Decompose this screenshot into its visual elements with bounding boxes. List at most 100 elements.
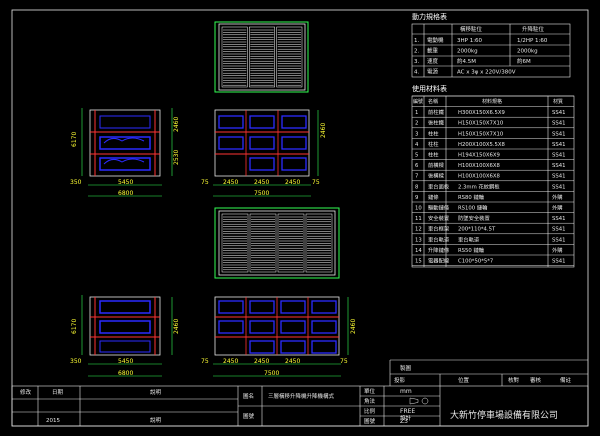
- material-cell: 12: [415, 227, 422, 233]
- material-cell: 10: [415, 206, 422, 212]
- material-cell: 升降鏈條: [428, 246, 450, 254]
- scale-label: 比例: [364, 407, 376, 415]
- sheet-label: 圖號: [364, 417, 376, 425]
- dim-front-top-w3: 2450: [254, 179, 269, 186]
- material-cell: RS80 鏈輪: [458, 193, 485, 201]
- dim-side-bottom-total: 6800: [118, 370, 133, 377]
- material-cell: SS41: [552, 131, 565, 137]
- material-cell: 1: [415, 110, 418, 116]
- dim-front-bottom-total: 7500: [264, 370, 279, 377]
- dim-front-bottom-w4: 2450: [285, 358, 300, 365]
- dim-side-bottom-h2: 2460: [173, 319, 180, 334]
- material-cell: SS41: [552, 227, 565, 233]
- dim-side-top-h1: 6170: [71, 132, 78, 147]
- material-cell: 鏈條: [428, 193, 439, 201]
- material-cell: 外購: [552, 193, 563, 201]
- material-cell: SS41: [552, 153, 565, 159]
- material-cell: SS41: [552, 216, 565, 222]
- power-cell: 2000kg: [517, 49, 538, 55]
- power-cell: 約4.5M: [457, 57, 476, 65]
- material-cell: 7: [415, 174, 418, 180]
- power-cell: 4.: [414, 70, 419, 76]
- rev-label-2: 日期: [52, 389, 64, 396]
- material-cell: 前柱鐵: [428, 108, 445, 116]
- power-cell: 約6M: [517, 57, 531, 65]
- header-cell-3: 核對: [508, 376, 520, 384]
- material-header-no: 編號: [413, 98, 423, 105]
- dim-side-bottom-w2: 5450: [118, 358, 133, 365]
- dim-side-top-w1: 350: [70, 179, 82, 186]
- header-cell-2: 位置: [458, 376, 470, 384]
- power-cell: 速度: [427, 57, 439, 65]
- dim-front-bottom-w5: 75: [340, 358, 348, 365]
- material-cell: 外購: [552, 204, 563, 212]
- material-cell: 2.3mm 花紋鋼板: [458, 182, 500, 190]
- material-cell: 柱柱: [428, 129, 439, 137]
- dim-front-top-w1: 75: [201, 179, 209, 186]
- dim-front-top-w2: 2450: [223, 179, 238, 186]
- material-cell: 柱柱: [428, 151, 439, 159]
- material-cell: 車台框架: [428, 225, 450, 233]
- material-cell: 車台軌道: [428, 235, 450, 243]
- power-table-title: 動力規格表: [412, 12, 447, 21]
- power-cell: 3HP 1:60: [457, 38, 483, 44]
- drawing-name: 三層橫移升降機升降機構式: [268, 392, 335, 400]
- material-cell: 前橫樑: [428, 161, 445, 169]
- rev-date: 2015: [46, 418, 60, 424]
- power-cell: AC x 3φ x 220V/380V: [457, 70, 516, 76]
- material-cell: C100*50*5*7: [458, 259, 493, 265]
- material-header-material: 材質: [553, 98, 563, 105]
- dim-side-bottom-h1: 6170: [71, 319, 78, 334]
- dim-side-top-total: 6800: [118, 190, 133, 197]
- material-cell: 15: [415, 259, 422, 265]
- header-cell-1: 投影: [394, 376, 406, 384]
- material-cell: SS41: [552, 184, 565, 190]
- material-cell: SS41: [552, 121, 565, 127]
- material-cell: 車台軌道: [458, 235, 480, 243]
- sub-cell-2: 設計: [400, 414, 412, 422]
- dim-front-top-h: 2460: [320, 123, 327, 138]
- material-cell: H200X100X5.5X8: [458, 142, 506, 148]
- material-cell: SS41: [552, 237, 565, 243]
- unit-value: mm: [400, 388, 412, 395]
- power-cell: 載重: [427, 47, 439, 55]
- material-cell: SS41: [552, 142, 565, 148]
- material-cell: H100X100X6X8: [458, 174, 500, 180]
- material-cell: 後橫樑: [428, 172, 445, 180]
- rev-label-3: 說明: [150, 388, 162, 396]
- dim-front-bottom-h: 2460: [350, 319, 357, 334]
- drawing-name-label: 圖名: [243, 392, 254, 400]
- material-header-name: 名稱: [428, 98, 438, 105]
- material-cell: 外購: [552, 246, 563, 254]
- power-cell: 2000kg: [457, 49, 478, 55]
- material-cell: 後柱鐵: [428, 119, 445, 127]
- material-cell: 3: [415, 131, 418, 137]
- material-cell: SS41: [552, 110, 565, 116]
- material-cell: H194X150X6X9: [458, 153, 500, 159]
- material-cell: RS50 鏈輪: [458, 246, 485, 254]
- material-cell: H100X100X6X8: [458, 163, 500, 169]
- material-cell: 200*110*4.5T: [458, 227, 496, 233]
- power-cell: 電動機: [427, 36, 444, 44]
- dim-side-bottom-w1: 350: [70, 358, 82, 365]
- dim-front-top-w5: 75: [312, 179, 320, 186]
- header-cell-4: 審核: [530, 376, 542, 384]
- material-cell: SS41: [552, 163, 565, 169]
- rev-note: 說明: [150, 416, 162, 424]
- material-cell: SS41: [552, 174, 565, 180]
- material-cell: 14: [415, 248, 422, 254]
- material-cell: 2: [415, 121, 418, 127]
- material-cell: H150X150X7X10: [458, 121, 504, 127]
- material-cell: 電器配線: [428, 257, 450, 265]
- power-cell: 1.: [414, 38, 419, 44]
- material-cell: 5: [415, 153, 418, 159]
- power-cell: 1/2HP 1:60: [517, 38, 548, 44]
- material-cell: 柱柱: [428, 140, 439, 148]
- cad-drawing: 6170 2460 2530 350 5450 6800 75 2450 245…: [11, 9, 589, 427]
- dim-side-top-h2: 2460: [173, 117, 180, 132]
- dim-front-top-total: 7500: [254, 190, 269, 197]
- material-cell: 防墜安全裝置: [458, 214, 490, 222]
- scale-value: FREE: [400, 408, 415, 415]
- dim-side-top-h3: 2530: [173, 150, 180, 165]
- material-cell: 車台面板: [428, 182, 450, 190]
